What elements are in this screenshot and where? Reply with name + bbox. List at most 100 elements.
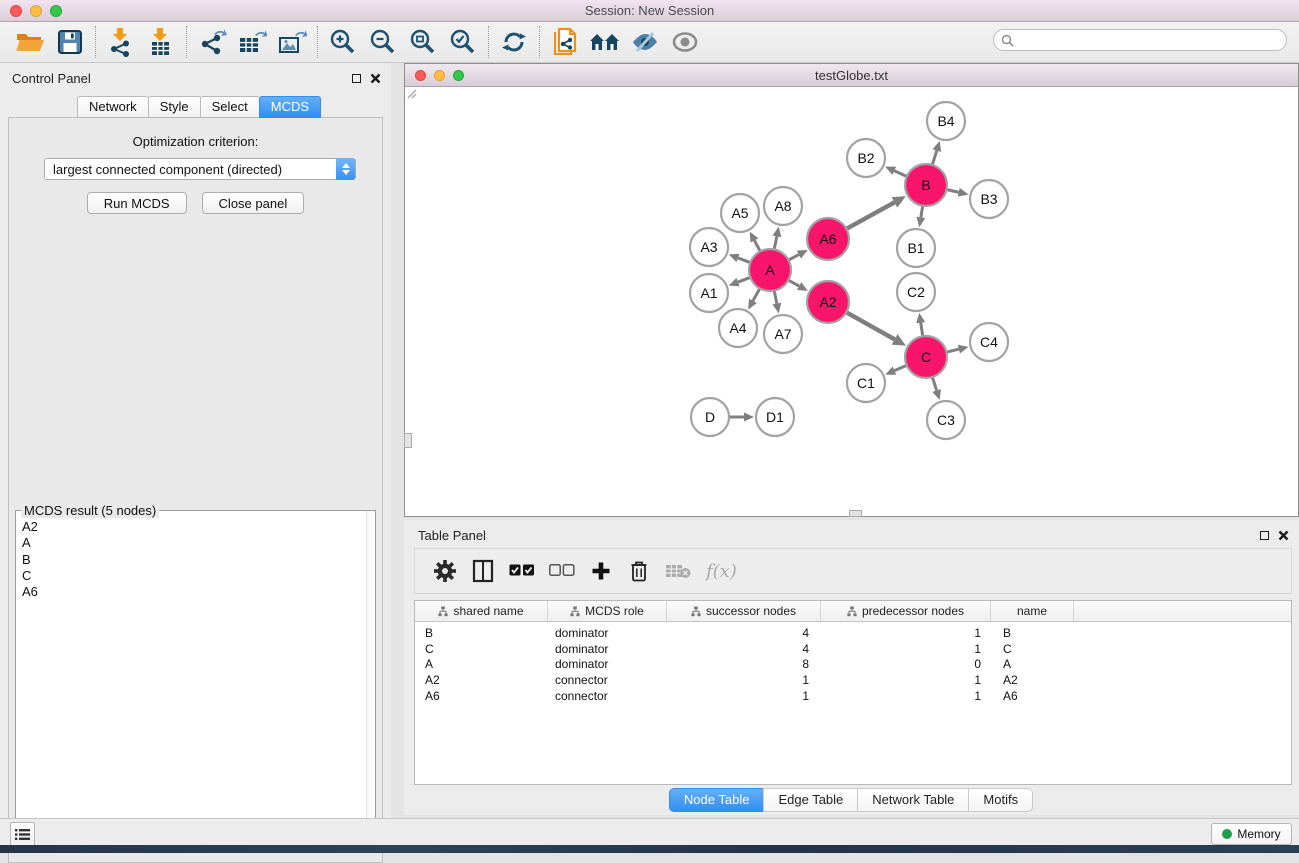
delete-column-button[interactable]	[627, 556, 651, 586]
toolbar-search[interactable]	[993, 29, 1287, 51]
delete-table-button[interactable]	[665, 556, 692, 586]
table-cell: B	[415, 626, 548, 640]
table-settings-button[interactable]	[433, 556, 457, 586]
result-item[interactable]: A	[17, 535, 365, 551]
float-table-panel-icon[interactable]	[1260, 531, 1269, 540]
new-network-document-icon	[551, 27, 579, 57]
show-hide-graphics-button[interactable]	[625, 24, 665, 60]
create-column-button[interactable]	[589, 556, 613, 586]
result-item[interactable]: A2	[17, 519, 365, 535]
refresh-icon	[500, 28, 528, 56]
home-view-button[interactable]	[585, 24, 625, 60]
canvas-bottom-handle[interactable]	[849, 510, 862, 517]
network-view-window: testGlobe.txt B4B2BB3A8A5A6A3B1AC2A1A2A4…	[404, 63, 1299, 517]
export-table-button[interactable]	[232, 24, 272, 60]
import-table-icon	[147, 27, 175, 57]
control-panel: Control Panel Network Style Select MCDS …	[0, 63, 391, 818]
table-row[interactable]: A2connector11A2	[415, 672, 1291, 688]
fx-icon: f(x)	[706, 561, 737, 582]
network-minimize-icon[interactable]	[434, 70, 445, 81]
close-panel-icon[interactable]	[370, 73, 381, 84]
network-maximize-icon[interactable]	[453, 70, 464, 81]
table-row[interactable]: A6connector11A6	[415, 688, 1291, 704]
criterion-dropdown[interactable]: largest connected component (directed)	[44, 158, 356, 180]
column-header[interactable]: shared name	[415, 601, 548, 621]
canvas-left-handle[interactable]	[404, 433, 412, 448]
node-table-grid: shared name MCDS role successor nodesprede…	[414, 600, 1292, 785]
session-title: Session: New Session	[585, 3, 714, 18]
import-table-button[interactable]	[141, 24, 181, 60]
result-item[interactable]: B	[17, 552, 365, 568]
export-network-button[interactable]	[192, 24, 232, 60]
tab-edge-table[interactable]: Edge Table	[763, 788, 858, 812]
edge-arrowhead-icon	[729, 278, 740, 286]
import-network-button[interactable]	[101, 24, 141, 60]
table-row[interactable]: Cdominator41C	[415, 641, 1291, 657]
table-header-row: shared name MCDS role successor nodesprede…	[415, 601, 1291, 622]
tab-network-table[interactable]: Network Table	[857, 788, 969, 812]
table-row[interactable]: Bdominator41B	[415, 625, 1291, 641]
graphics-details-eye-icon	[630, 29, 660, 55]
result-item[interactable]: A6	[17, 584, 365, 600]
edge-arrowhead-icon	[932, 141, 941, 152]
network-edge[interactable]	[845, 311, 895, 339]
tab-network[interactable]: Network	[77, 96, 149, 118]
save-session-button[interactable]	[50, 24, 90, 60]
resize-grip-icon[interactable]	[405, 87, 417, 99]
zoom-fit-button[interactable]	[403, 24, 443, 60]
birds-eye-view-button[interactable]	[665, 24, 705, 60]
table-row[interactable]: Adominator80A	[415, 657, 1291, 673]
tab-select[interactable]: Select	[200, 96, 260, 118]
network-canvas[interactable]: B4B2BB3A8A5A6A3B1AC2A1A2A4A7C4CC1C3DD1	[405, 87, 1298, 516]
toolbar-separator	[488, 26, 489, 58]
zoom-in-button[interactable]	[323, 24, 363, 60]
new-network-button[interactable]	[545, 24, 585, 60]
tab-node-table[interactable]: Node Table	[669, 788, 765, 812]
deselect-all-button[interactable]	[549, 556, 575, 586]
zoom-selected-button[interactable]	[443, 24, 483, 60]
network-node-label: A5	[731, 205, 748, 221]
float-panel-icon[interactable]	[352, 74, 361, 83]
minimize-window-icon[interactable]	[30, 5, 42, 17]
column-header[interactable]: MCDS role	[548, 601, 667, 621]
network-edge[interactable]	[845, 202, 895, 229]
mcds-result-box: MCDS result (5 nodes) A2ABCA6	[15, 510, 376, 850]
column-header[interactable]: predecessor nodes	[821, 601, 991, 621]
memory-button[interactable]: Memory	[1211, 823, 1292, 845]
column-type-icon	[691, 606, 701, 617]
maximize-window-icon[interactable]	[50, 5, 62, 17]
table-cell: A6	[415, 689, 548, 703]
application-window: Session: New Session	[0, 0, 1299, 853]
function-builder-button[interactable]: f(x)	[706, 556, 737, 586]
table-cell: dominator	[548, 626, 667, 640]
network-node-label: A7	[774, 326, 791, 342]
show-column-panel-button[interactable]	[471, 556, 495, 586]
column-type-icon	[847, 606, 857, 617]
search-input[interactable]	[1019, 33, 1286, 47]
result-item[interactable]: C	[17, 568, 365, 584]
zoom-out-button[interactable]	[363, 24, 403, 60]
column-header-label: MCDS role	[585, 604, 644, 618]
plus-icon	[591, 561, 611, 581]
close-table-panel-icon[interactable]	[1278, 530, 1289, 541]
close-panel-button[interactable]: Close panel	[202, 192, 305, 214]
toolbar-separator	[95, 26, 96, 58]
open-session-button[interactable]	[10, 24, 50, 60]
column-header[interactable]: name	[991, 601, 1074, 621]
task-history-button[interactable]	[10, 822, 35, 846]
export-table-icon	[237, 28, 267, 56]
column-header[interactable]: successor nodes	[667, 601, 821, 621]
export-image-button[interactable]	[272, 24, 312, 60]
tab-style[interactable]: Style	[148, 96, 201, 118]
refresh-button[interactable]	[494, 24, 534, 60]
close-window-icon[interactable]	[10, 5, 22, 17]
network-close-icon[interactable]	[415, 70, 426, 81]
tab-mcds[interactable]: MCDS	[259, 96, 321, 118]
select-all-button[interactable]	[509, 556, 535, 586]
network-window-titlebar[interactable]: testGlobe.txt	[405, 64, 1298, 87]
result-scrollbar[interactable]	[366, 511, 375, 849]
run-mcds-button[interactable]: Run MCDS	[87, 192, 187, 214]
network-node-label: C3	[937, 412, 955, 428]
tab-motifs[interactable]: Motifs	[968, 788, 1033, 812]
table-panel: Table Panel	[404, 520, 1299, 815]
